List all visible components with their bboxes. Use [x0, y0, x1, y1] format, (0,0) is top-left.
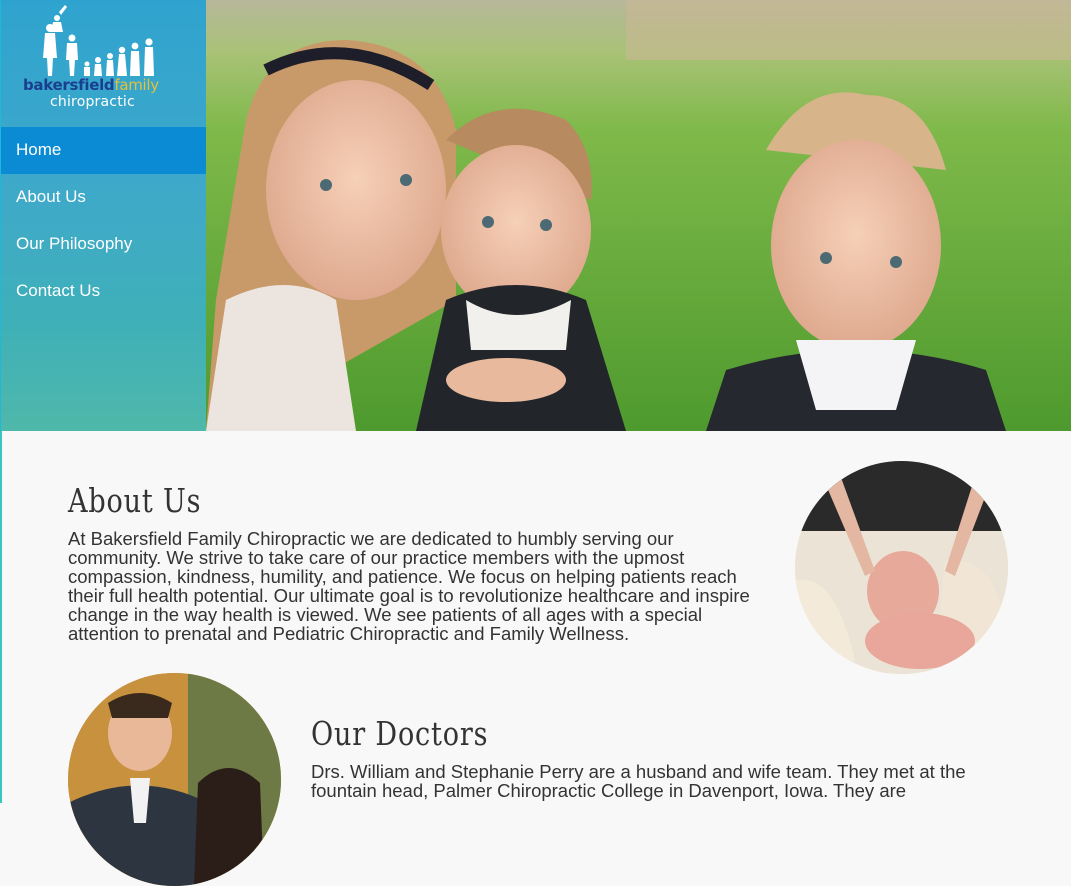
logo-wordmark: bakersfieldfamily	[23, 78, 193, 93]
logo-word-chiropractic: chiropractic	[50, 94, 135, 110]
nav-item-our-philosophy[interactable]: Our Philosophy	[1, 221, 207, 268]
our-doctors-body: Drs. William and Stephanie Perry are a h…	[311, 761, 966, 801]
nav-item-contact-us[interactable]: Contact Us	[1, 268, 207, 315]
our-doctors-title: Our Doctors	[311, 714, 489, 753]
about-us-body: At Bakersfield Family Chiropractic we ar…	[68, 528, 750, 644]
logo-word-bakersfield: bakersfield	[23, 76, 115, 94]
about-us-title: About Us	[68, 481, 202, 520]
newborn-adjustment-photo	[795, 461, 1008, 674]
main-nav: Home About Us Our Philosophy Contact Us	[1, 127, 207, 315]
hero-image	[206, 0, 1071, 431]
main-content: About Us At Bakersfield Family Chiroprac…	[0, 431, 1071, 886]
family-silhouette-icon	[43, 5, 154, 76]
sidebar: bakersfieldfamily chiropractic Home Abou…	[0, 0, 207, 431]
logo[interactable]: bakersfieldfamily chiropractic	[1, 0, 207, 127]
nav-item-about-us[interactable]: About Us	[1, 174, 207, 221]
nav-item-home[interactable]: Home	[1, 127, 207, 174]
logo-word-family: family	[114, 76, 159, 94]
doctors-photo	[68, 673, 281, 886]
